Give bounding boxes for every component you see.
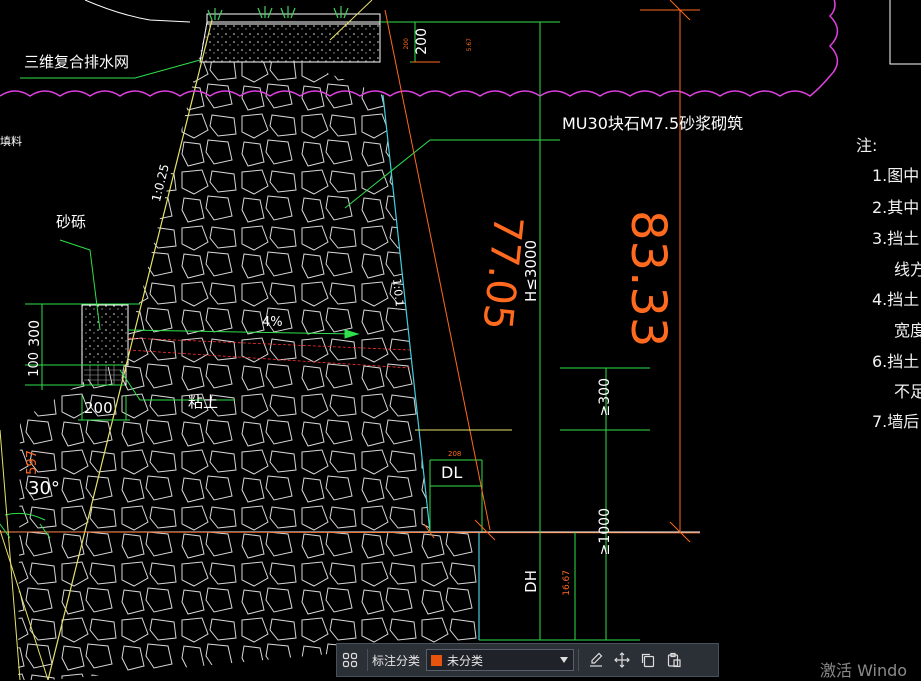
min-300-label: ≥300: [597, 378, 613, 417]
category-value: 未分类: [447, 653, 484, 668]
toolbar-divider: [578, 649, 580, 671]
dim-red-208: 208: [448, 450, 462, 458]
note-item: 2.其中: [872, 198, 920, 217]
note-item: 1.图中: [872, 166, 920, 185]
note-item: 线方: [894, 260, 921, 279]
cad-drawing-canvas[interactable]: [0, 0, 921, 681]
dim-top-red-2: 5.67: [466, 38, 473, 52]
angle-label: 30°: [28, 478, 60, 499]
note-item: 7.墙后: [872, 412, 920, 431]
masonry-label: MU30块石M7.5砂浆砌筑: [562, 114, 744, 133]
dim-left-300: 300: [27, 320, 43, 347]
dim-red-1667: 16.67: [562, 570, 572, 596]
dim-top-red-1: 200: [403, 38, 410, 50]
dim-orange-7705: 77.05: [473, 213, 531, 333]
grid-menu-icon[interactable]: [337, 644, 363, 676]
dimension-category-toolbar: 标注分类 未分类: [336, 643, 719, 677]
note-item: 4.挡土: [872, 290, 920, 309]
slope-back-label: 1:0.1: [390, 277, 406, 308]
min-1000-label: ≥1000: [597, 508, 613, 556]
edit-icon[interactable]: [583, 644, 609, 676]
drain-slope-label: 4%: [262, 315, 283, 330]
toolbar-divider: [367, 649, 368, 671]
notes-title: 注:: [856, 136, 878, 155]
dim-orange-8333: 83.33: [620, 210, 676, 348]
gravel-block: [81, 304, 129, 366]
copy-icon[interactable]: [635, 644, 661, 676]
clay-label: 粘土: [188, 393, 219, 411]
drain-net-label: 三维复合排水网: [24, 53, 130, 71]
note-item: 6.挡土: [872, 352, 920, 371]
category-select[interactable]: 未分类: [426, 649, 575, 671]
note-item: 不足: [894, 382, 921, 401]
paste-icon[interactable]: [661, 644, 687, 676]
chevron-down-icon: [560, 657, 569, 663]
activation-watermark: 激活 Windo: [820, 661, 908, 680]
gravel-label: 砂砾: [56, 213, 87, 231]
dim-left-100: 100: [27, 352, 42, 377]
category-label: 标注分类: [372, 653, 421, 668]
move-icon[interactable]: [609, 644, 635, 676]
dim-red-597: 597: [25, 450, 40, 475]
dim-bottom-200: 200: [84, 399, 113, 417]
grass: [207, 6, 349, 21]
fill-label: 填料: [0, 135, 22, 148]
top-cap: [199, 21, 381, 63]
note-item: 宽度: [894, 321, 921, 340]
dh-label: DH: [522, 570, 540, 593]
note-item: 3.挡土: [872, 229, 920, 248]
dim-top-200: 200: [414, 28, 430, 55]
dl-label: DL: [441, 463, 463, 482]
category-color-swatch: [431, 654, 443, 666]
